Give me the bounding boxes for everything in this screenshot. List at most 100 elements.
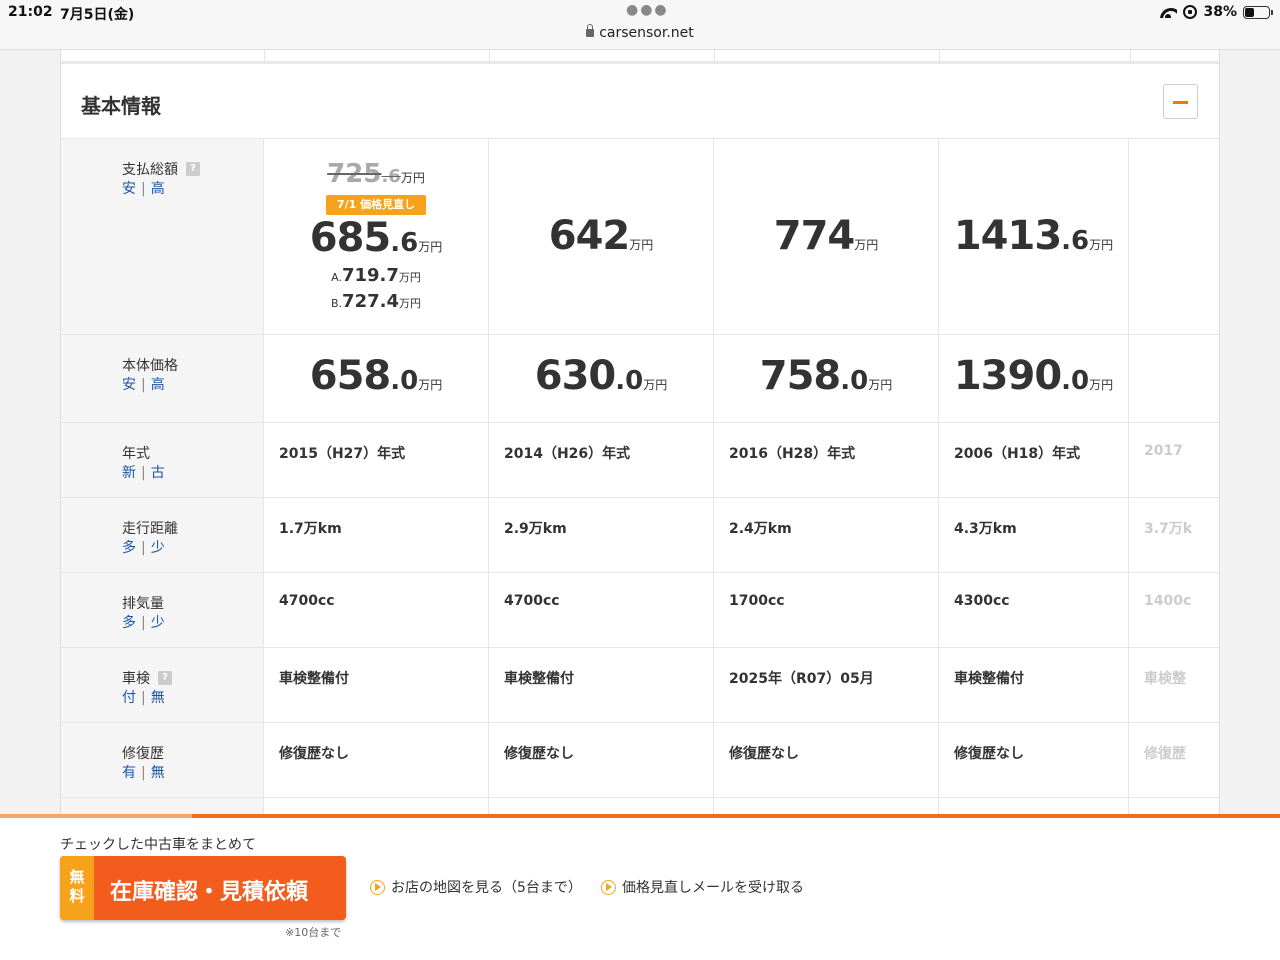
sort-desc-link[interactable]: 無 [151, 765, 165, 781]
body-price-cell-overflow [1129, 335, 1217, 422]
year-value: 2014（H26）年式 [504, 446, 631, 462]
status-date: 7月5日(金) [60, 7, 135, 23]
sort-links: 安 | 高 [122, 181, 165, 197]
sort-asc-link[interactable]: 付 [122, 690, 136, 706]
displacement-cell: 4700cc [489, 573, 714, 647]
repair-cell-overflow: 修復歴 [1129, 723, 1217, 797]
inspection-value: 車検整備付 [279, 671, 349, 687]
row-label-text: 修復歴 [122, 746, 164, 762]
total-price: 774万円 [773, 213, 879, 259]
sort-links: 多 | 少 [122, 540, 165, 556]
body-price-cell: 1390.0万円 [939, 335, 1129, 422]
row-label: 支払総額? 安 | 高 [61, 139, 264, 334]
sort-asc-link[interactable]: 安 [122, 181, 136, 197]
sort-asc-link[interactable]: 有 [122, 765, 136, 781]
body-price-cell: 630.0万円 [489, 335, 714, 422]
displacement-value: 4700cc [504, 593, 560, 609]
mileage-value: 2.9万km [504, 521, 567, 537]
more-dots-icon[interactable]: ●●● [626, 2, 669, 18]
arrow-circle-icon [601, 879, 616, 895]
sort-asc-link[interactable]: 安 [122, 377, 136, 393]
displacement-cell: 1700cc [714, 573, 939, 647]
row-label-text: 走行距離 [122, 521, 178, 537]
sort-desc-link[interactable]: 古 [151, 465, 165, 481]
row-label-text: 本体価格 [122, 358, 178, 374]
inquiry-button[interactable]: 無料 在庫確認・見積依頼 [60, 856, 346, 920]
progress-line [0, 814, 1280, 818]
repair-value: 修復歴 [1144, 746, 1186, 762]
spec-table: 支払総額? 安 | 高 725.6万円 7/1 価格見直し 685.6万円 A.71… [61, 138, 1219, 820]
help-icon[interactable]: ? [186, 162, 200, 176]
sort-desc-link[interactable]: 無 [151, 690, 165, 706]
free-badge: 無料 [60, 856, 94, 920]
status-time: 21:02 [8, 4, 53, 20]
row-label: 本体価格 安 | 高 [61, 335, 264, 422]
total-price-cell: 642万円 [489, 139, 714, 334]
body-price: 630.0万円 [534, 353, 668, 399]
url-text: carsensor.net [599, 25, 694, 41]
bottom-action-bar: チェックした中古車をまとめて 無料 在庫確認・見積依頼 ※10台まで お店の地図… [0, 814, 1280, 960]
mileage-cell: 2.9万km [489, 498, 714, 572]
sort-desc-link[interactable]: 少 [151, 615, 165, 631]
year-value: 2006（H18）年式 [954, 446, 1081, 462]
table-row-body-price: 本体価格 安 | 高 658.0万円 630.0万円 758.0万円 1390.0万… [61, 334, 1219, 422]
sort-links: 安 | 高 [122, 377, 165, 393]
body-price: 758.0万円 [759, 353, 893, 399]
total-price-cell: 774万円 [714, 139, 939, 334]
sort-links: 有 | 無 [122, 765, 165, 781]
total-price-cell: 1413.6万円 [939, 139, 1129, 334]
price-plan-a: A.719.7万円 [331, 265, 421, 286]
sort-asc-link[interactable]: 多 [122, 615, 136, 631]
total-price: 685.6万円 [309, 215, 443, 261]
repair-cell: 修復歴なし [939, 723, 1129, 797]
help-icon[interactable]: ? [158, 671, 172, 685]
sort-desc-link[interactable]: 少 [151, 540, 165, 556]
row-label: 年式 新 | 古 [61, 423, 264, 497]
total-price: 1413.6万円 [953, 213, 1114, 259]
battery-percent: 38% [1203, 4, 1237, 20]
old-price: 725.6万円 [327, 159, 425, 189]
body-price: 658.0万円 [309, 353, 443, 399]
repair-cell: 修復歴なし [264, 723, 489, 797]
price-revised-badge: 7/1 価格見直し [326, 195, 426, 215]
sort-asc-link[interactable]: 新 [122, 465, 136, 481]
row-label: 走行距離 多 | 少 [61, 498, 264, 572]
sort-links: 多 | 少 [122, 615, 165, 631]
inspection-cell: 車検整備付 [264, 648, 489, 722]
row-label-text: 車検 [122, 671, 150, 687]
year-cell: 2014（H26）年式 [489, 423, 714, 497]
table-row-repair: 修復歴 有 | 無 修復歴なし 修復歴なし 修復歴なし 修復歴なし 修復歴 [61, 722, 1219, 797]
price-plan-b: B.727.4万円 [331, 291, 421, 312]
sort-links: 付 | 無 [122, 690, 165, 706]
inquiry-button-label: 在庫確認・見積依頼 [110, 880, 309, 905]
repair-value: 修復歴なし [729, 746, 799, 762]
sort-links: 新 | 古 [122, 465, 165, 481]
inspection-value: 車検整備付 [954, 671, 1024, 687]
table-row-year: 年式 新 | 古 2015（H27）年式 2014（H26）年式 2016（H28）… [61, 422, 1219, 497]
sort-asc-link[interactable]: 多 [122, 540, 136, 556]
collapse-button[interactable] [1163, 84, 1198, 119]
mileage-value: 3.7万k [1144, 521, 1193, 537]
table-row-total-price: 支払総額? 安 | 高 725.6万円 7/1 価格見直し 685.6万円 A.71… [61, 138, 1219, 334]
sort-desc-link[interactable]: 高 [151, 377, 165, 393]
displacement-value: 4700cc [279, 593, 335, 609]
bulk-action-label: チェックした中古車をまとめて [60, 837, 256, 853]
inspection-value: 車検整備付 [504, 671, 574, 687]
mileage-cell: 1.7万km [264, 498, 489, 572]
row-label-text: 支払総額 [122, 162, 178, 178]
year-cell-overflow: 2017 [1129, 423, 1217, 497]
sort-desc-link[interactable]: 高 [151, 181, 165, 197]
status-right: 38% [1159, 4, 1273, 20]
repair-value: 修復歴なし [954, 746, 1024, 762]
year-cell: 2015（H27）年式 [264, 423, 489, 497]
mileage-value: 1.7万km [279, 521, 342, 537]
address-bar[interactable]: carsensor.net [0, 24, 1280, 41]
year-value: 2015（H27）年式 [279, 446, 406, 462]
status-bar: 21:02 7月5日(金) ●●● carsensor.net 38% [0, 0, 1280, 50]
price-alert-link[interactable]: 価格見直しメールを受け取る [601, 877, 804, 897]
repair-value: 修復歴なし [279, 746, 349, 762]
shop-map-link[interactable]: お店の地図を見る（5台まで） [370, 877, 582, 897]
inspection-value: 車検整 [1144, 671, 1186, 687]
body-price: 1390.0万円 [953, 353, 1114, 399]
inspection-cell: 車検整備付 [939, 648, 1129, 722]
